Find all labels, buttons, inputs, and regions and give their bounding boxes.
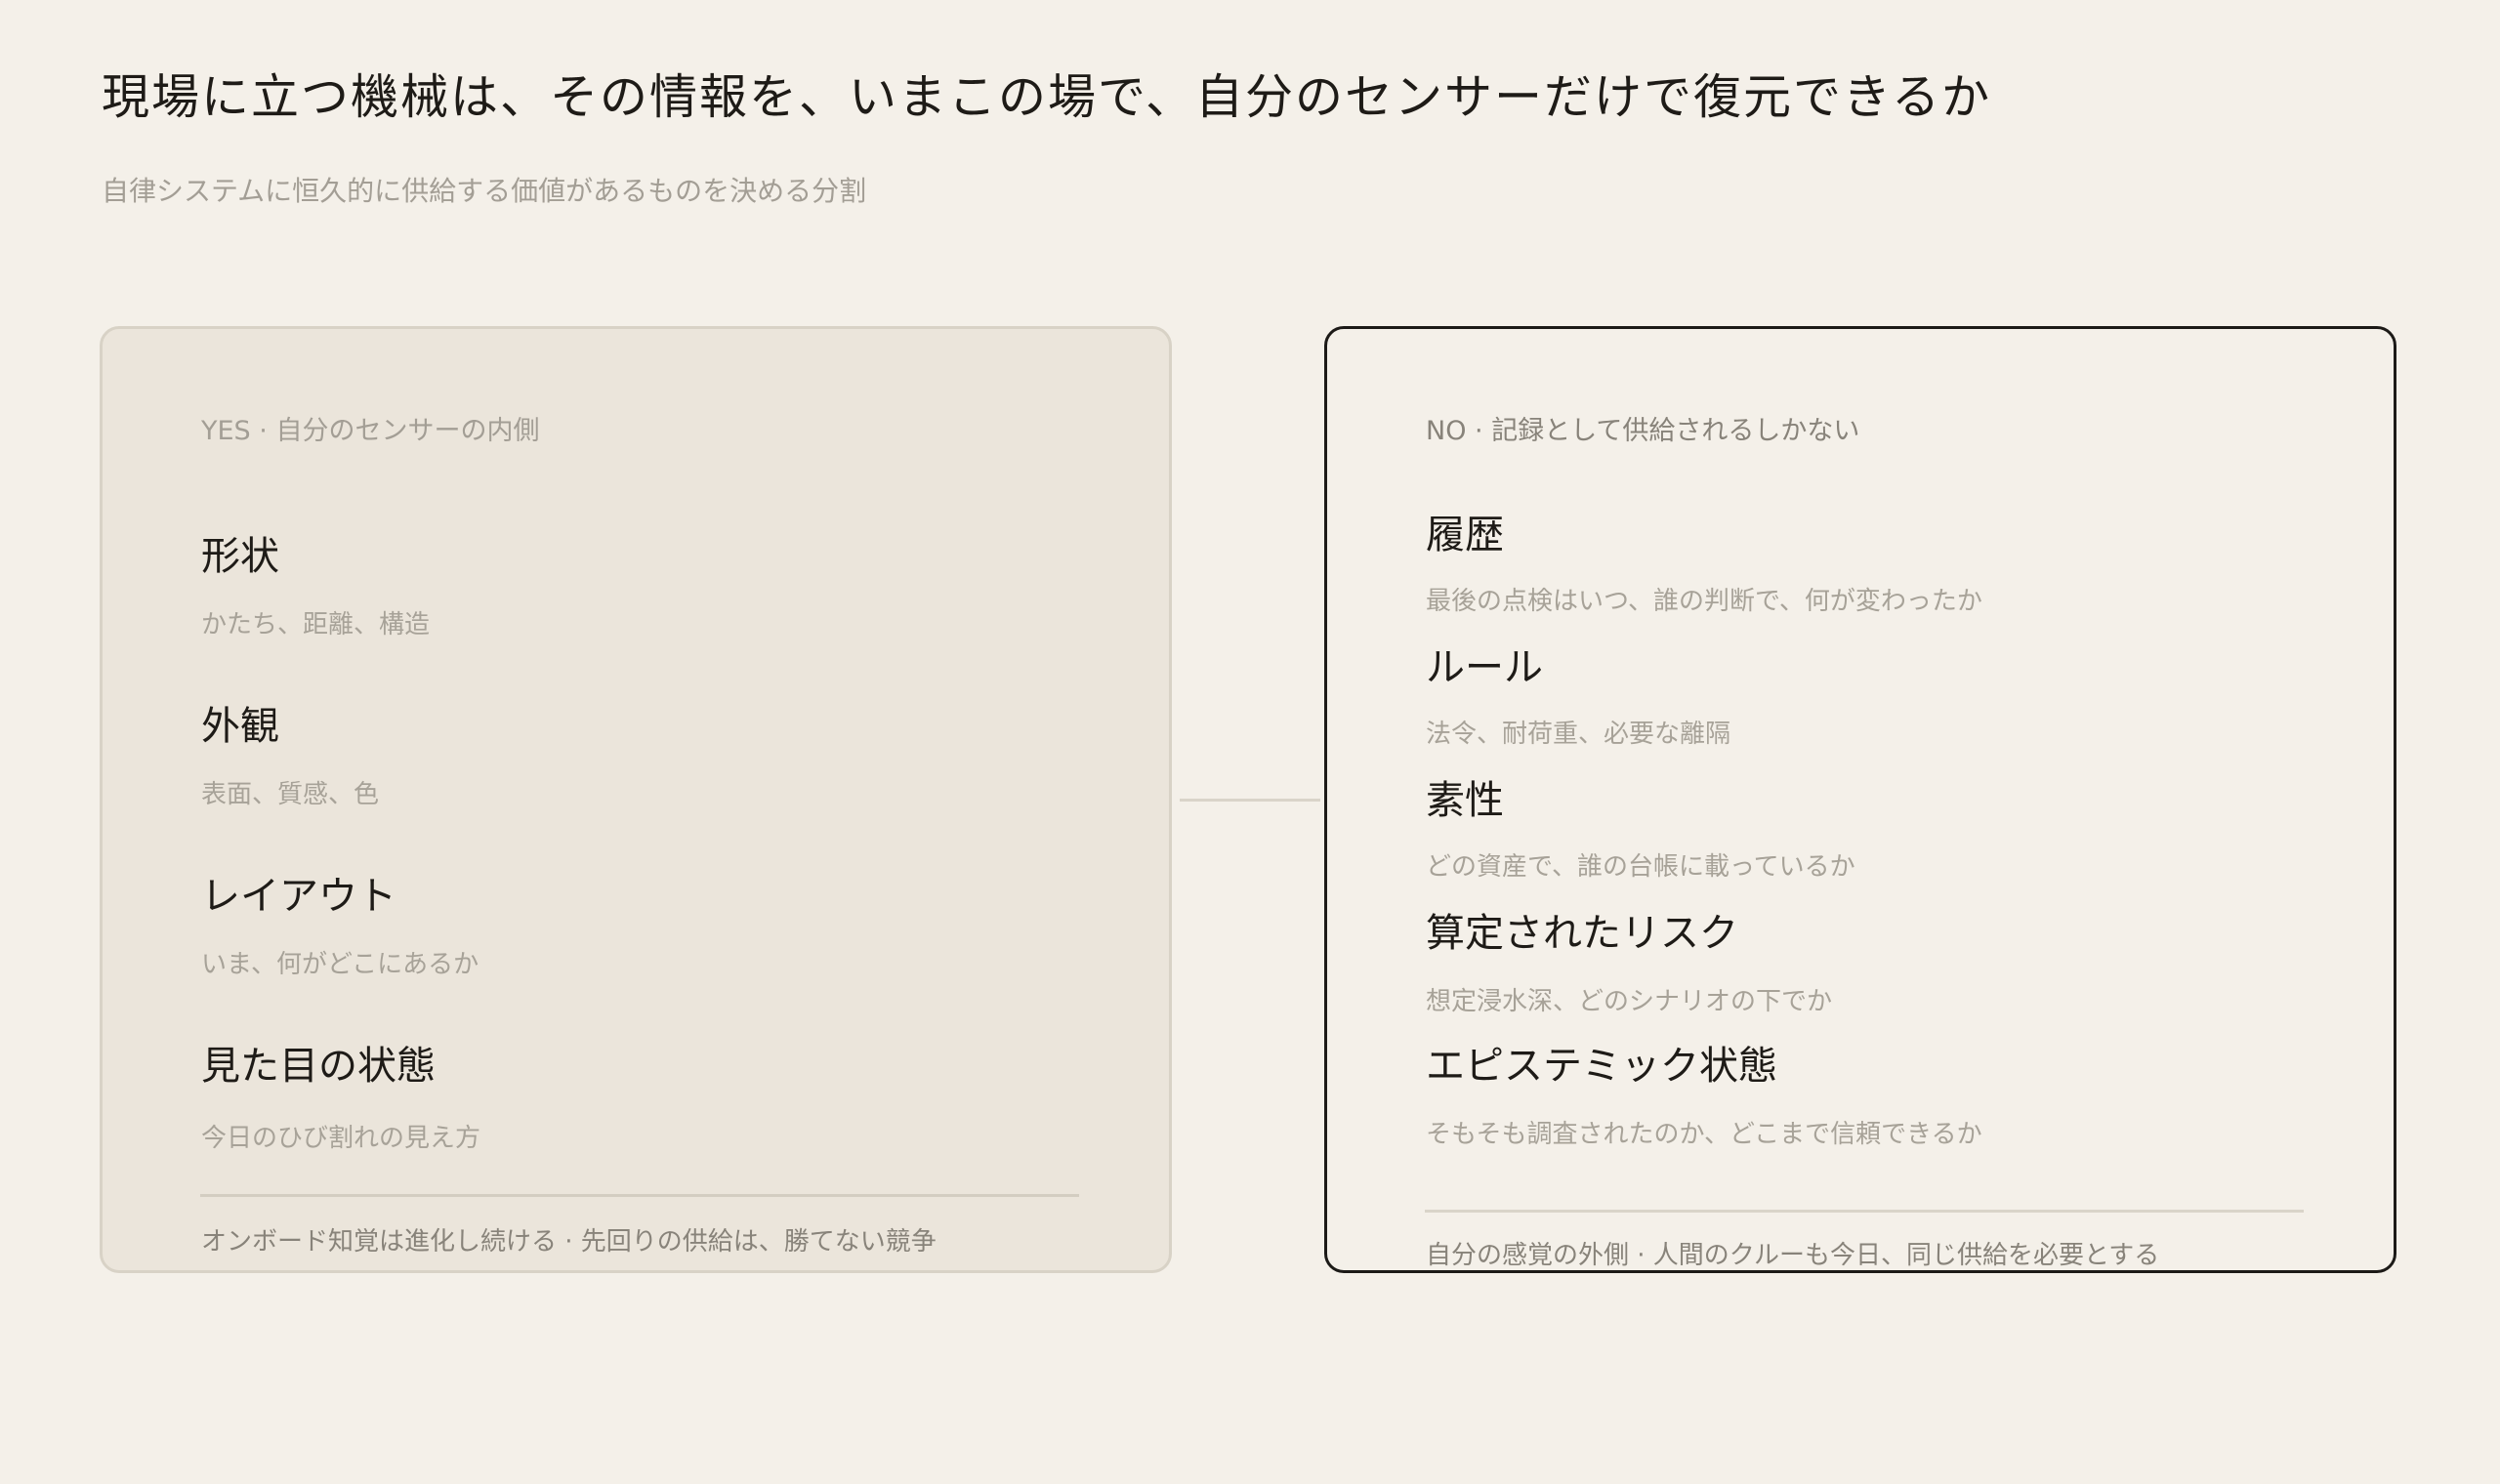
yes-panel-footer: オンボード知覚は進化し続ける · 先回りの供給は、勝てない競争 <box>201 1227 937 1257</box>
yes-item-desc: 今日のひび割れの見え方 <box>201 1124 481 1153</box>
no-item-title: エピステミック状態 <box>1426 1044 1777 1089</box>
yes-panel: YES · 自分のセンサーの内側 形状 かたち、距離、構造 外観 表面、質感、色… <box>100 326 1172 1273</box>
no-item-desc: 法令、耐荷重、必要な離隔 <box>1426 720 1731 749</box>
yes-panel-divider <box>200 1194 1079 1197</box>
page-title: 現場に立つ機械は、その情報を、いまこの場で、自分のセンサーだけで復元できるか <box>102 69 1992 125</box>
no-item-title: ルール <box>1426 645 1543 690</box>
no-item-desc: 想定浸水深、どのシナリオの下でか <box>1426 987 1833 1016</box>
no-item-title: 素性 <box>1426 778 1504 823</box>
yes-item-title: 外観 <box>201 704 279 749</box>
no-panel: NO · 記録として供給されるしかない 履歴 最後の点検はいつ、誰の判断で、何が… <box>1324 326 2396 1273</box>
yes-item-title: 形状 <box>201 534 279 579</box>
no-item-title: 履歴 <box>1426 513 1504 557</box>
no-item-title: 算定されたリスク <box>1426 911 1738 956</box>
panel-connector-line <box>1180 799 1320 802</box>
no-item-desc: 最後の点検はいつ、誰の判断で、何が変わったか <box>1426 587 1982 616</box>
no-item-desc: そもそも調査されたのか、どこまで信頼できるか <box>1426 1120 1982 1149</box>
no-panel-divider <box>1425 1210 2304 1213</box>
no-panel-footer: 自分の感覚の外側 · 人間のクルーも今日、同じ供給を必要とする <box>1426 1241 2160 1270</box>
yes-item-title: レイアウト <box>201 874 396 919</box>
yes-item-desc: 表面、質感、色 <box>201 780 380 809</box>
no-item-desc: どの資産で、誰の台帳に載っているか <box>1426 852 1855 882</box>
yes-item-title: 見た目の状態 <box>201 1044 436 1089</box>
yes-item-desc: かたち、距離、構造 <box>201 610 431 639</box>
page-subtitle: 自律システムに恒久的に供給する価値があるものを決める分割 <box>102 175 867 207</box>
yes-panel-label: YES · 自分のセンサーの内側 <box>201 416 540 446</box>
yes-item-desc: いま、何がどこにあるか <box>201 950 479 979</box>
no-panel-label: NO · 記録として供給されるしかない <box>1426 416 1860 446</box>
